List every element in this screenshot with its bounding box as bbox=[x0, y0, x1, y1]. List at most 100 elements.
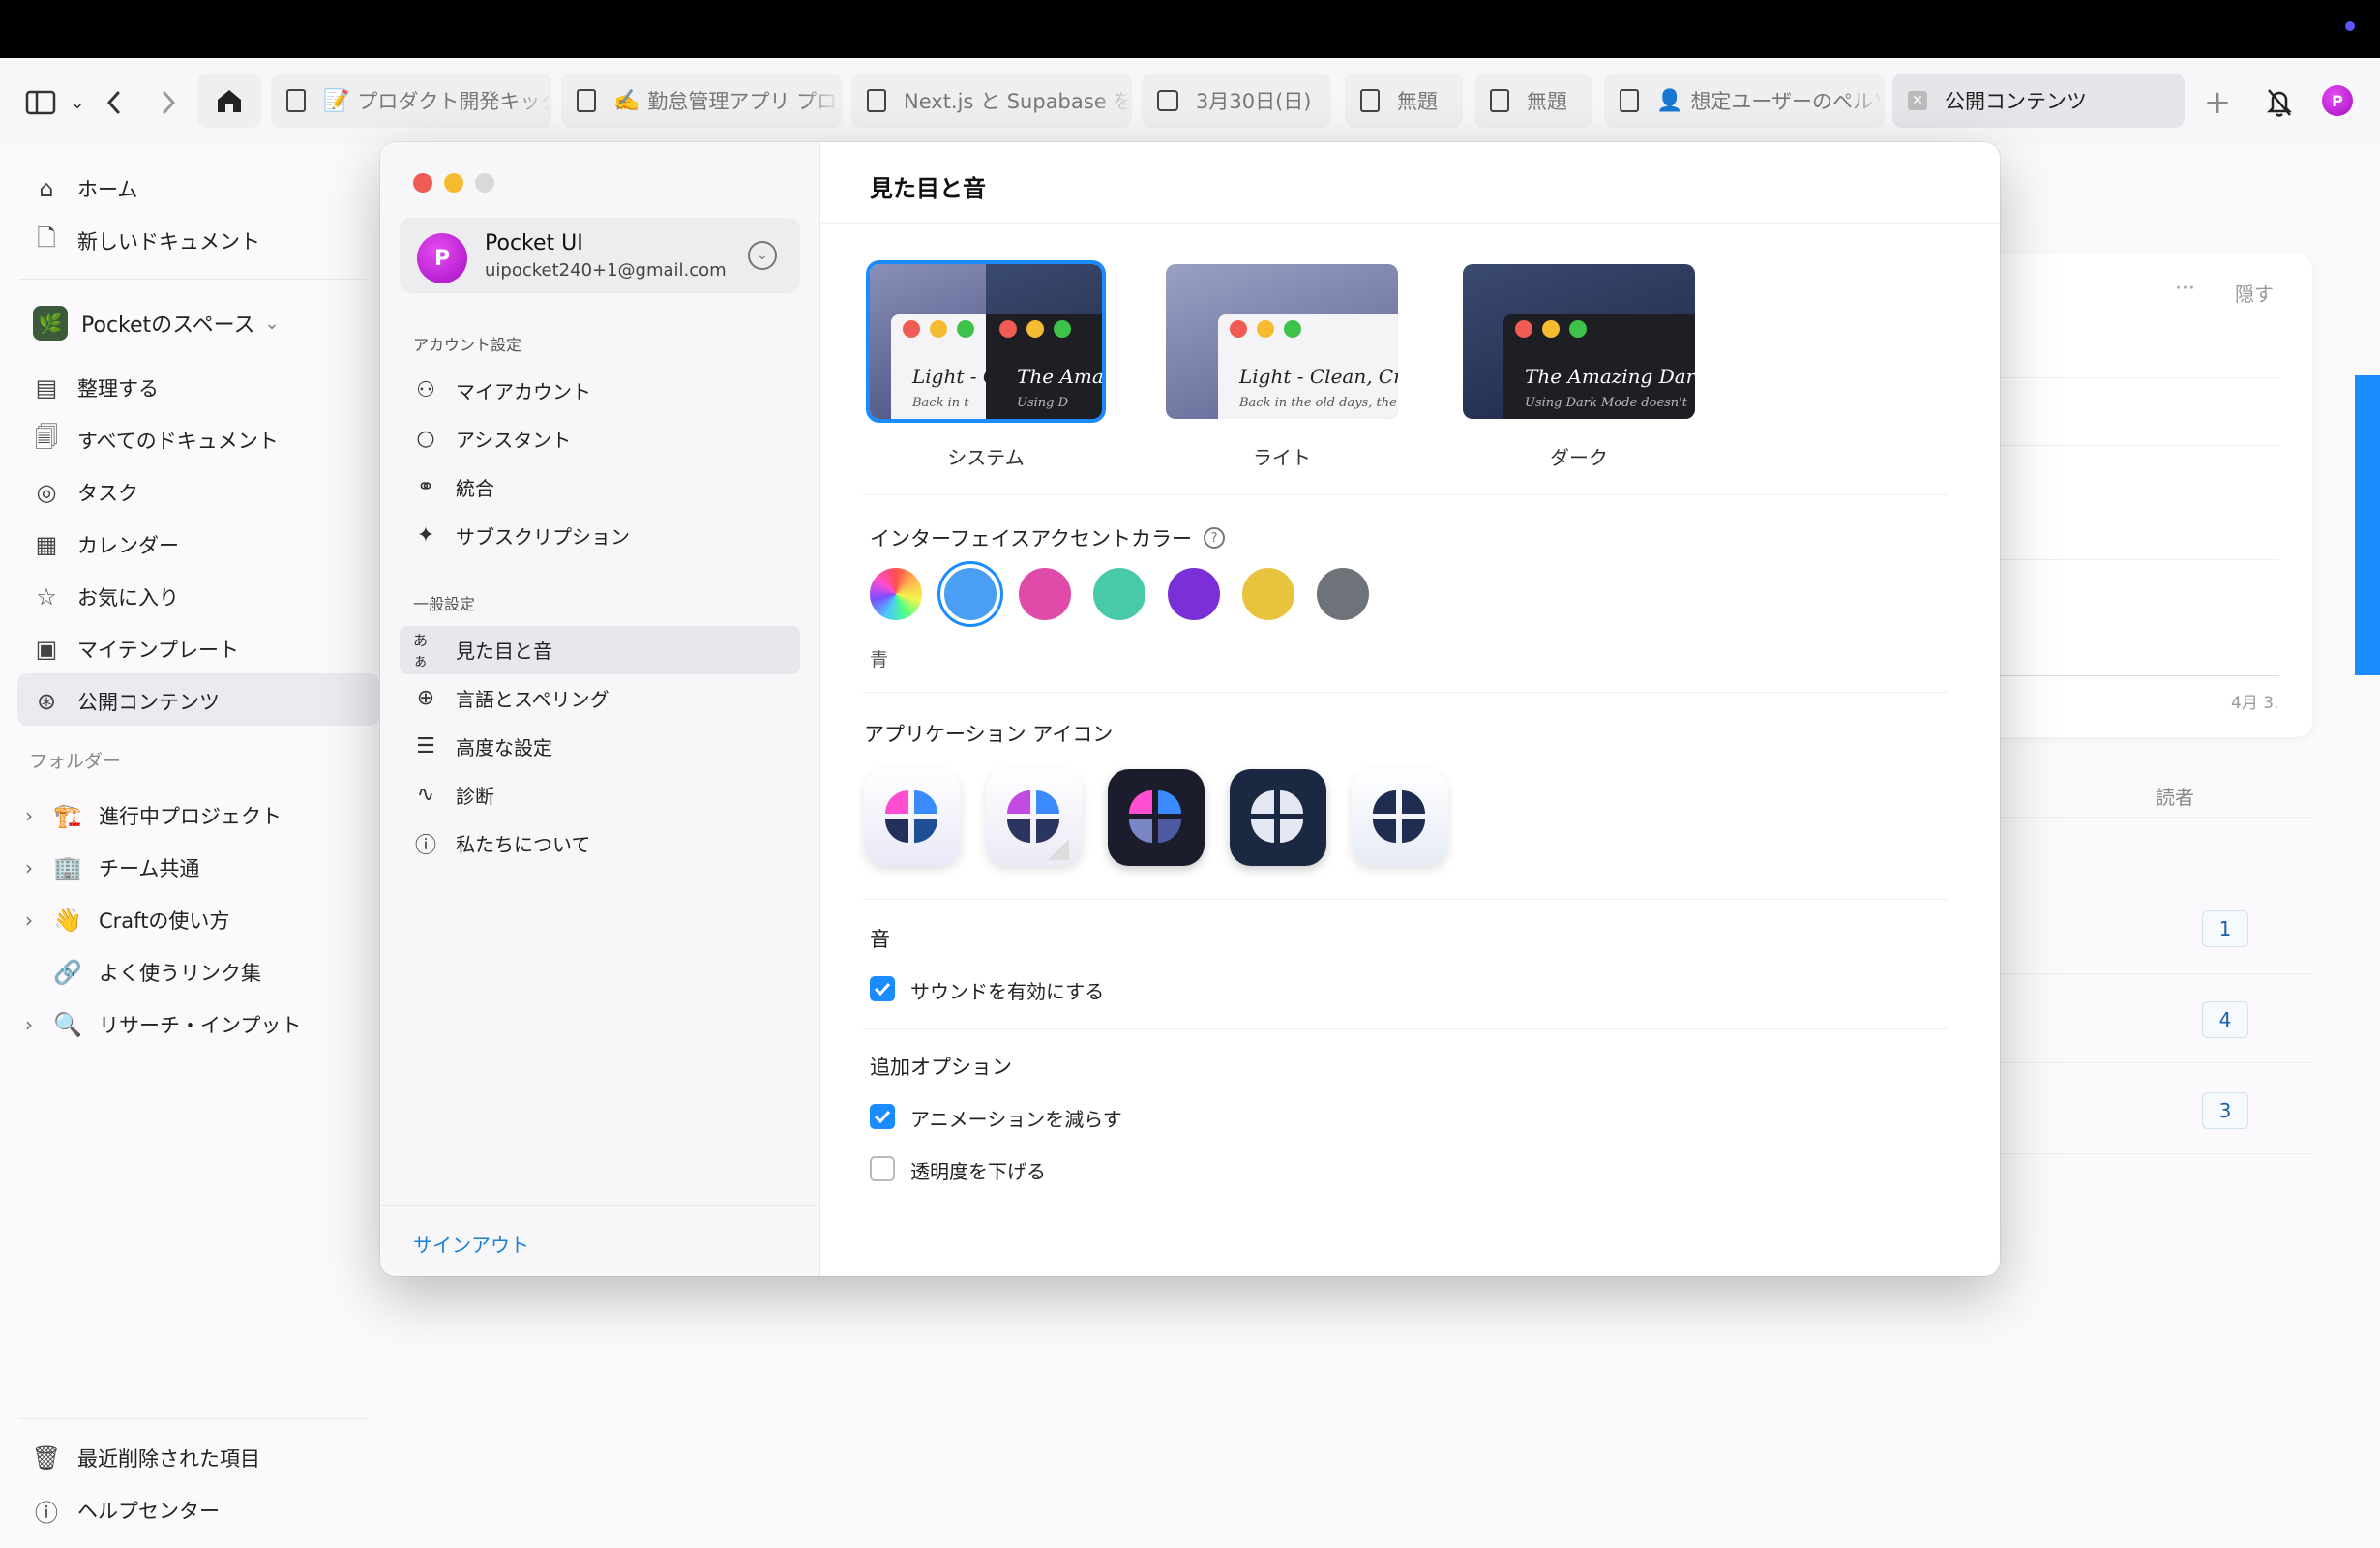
folder-links[interactable]: 🔗 よく使うリンク集 bbox=[53, 958, 261, 987]
public-share-icon: ⊛ bbox=[36, 688, 57, 715]
template-icon: ▣ bbox=[35, 636, 58, 663]
zoom-window-button[interactable] bbox=[475, 173, 494, 193]
accent-swatch-rainbow[interactable] bbox=[870, 568, 922, 620]
sidebar-toggle-icon[interactable] bbox=[23, 85, 58, 120]
app-icon-option-1[interactable] bbox=[864, 769, 961, 866]
folders-heading: フォルダー bbox=[29, 751, 122, 772]
sidebar-item-home[interactable]: ⌂ ホーム bbox=[33, 174, 137, 203]
theme-dark[interactable]: The Amazing Dark m Using Dark Mode doesn… bbox=[1463, 264, 1695, 419]
sidebar-item-new-document[interactable]: 🗋 新しいドキュメント bbox=[33, 223, 260, 255]
document-icon bbox=[1360, 89, 1380, 112]
folder-craft-howto[interactable]: › 👋 Craftの使い方 bbox=[25, 906, 229, 935]
forward-icon[interactable] bbox=[151, 85, 186, 120]
back-icon[interactable] bbox=[97, 85, 132, 120]
chart-bar bbox=[2355, 375, 2380, 675]
trash-icon: 🗑 bbox=[31, 1444, 62, 1472]
space-switcher[interactable]: 🌿 Pocketのスペース ⌄ bbox=[33, 306, 280, 341]
theme-system[interactable]: Light - C Back in t The Ama Using D bbox=[866, 260, 1106, 423]
chevron-down-icon[interactable]: ⌄ bbox=[748, 241, 777, 270]
home-icon bbox=[218, 90, 241, 112]
document-icon bbox=[1490, 89, 1509, 112]
app-icon-option-3[interactable] bbox=[1108, 769, 1205, 866]
sound-enable-label: サウンドを有効にする bbox=[910, 980, 1105, 1003]
app-icon-option-2[interactable] bbox=[986, 769, 1083, 866]
tab-untitled-2[interactable]: 無題 bbox=[1474, 74, 1592, 128]
sidebar-item-trash[interactable]: 🗑 最近削除された項目 bbox=[31, 1444, 260, 1473]
hide-button[interactable]: 隠す bbox=[2235, 279, 2274, 307]
menu-diagnostics[interactable]: ∿ 診断 bbox=[413, 781, 494, 809]
app-icon-option-4[interactable] bbox=[1230, 769, 1326, 866]
reduce-transparency-checkbox[interactable] bbox=[870, 1156, 895, 1181]
new-document-icon: 🗋 bbox=[37, 223, 56, 252]
home-tab[interactable] bbox=[197, 74, 261, 128]
menu-about[interactable]: ⓘ 私たちについて bbox=[413, 829, 590, 858]
more-icon[interactable]: ··· bbox=[2175, 277, 2195, 301]
accent-swatch-purple[interactable] bbox=[1168, 568, 1220, 620]
menu-integrations[interactable]: ⚭ 統合 bbox=[413, 473, 494, 501]
folder-team-shared[interactable]: › 🏢 チーム共通 bbox=[25, 853, 199, 882]
reader-count: 3 bbox=[2202, 1092, 2248, 1129]
account-email: uipocket240+1@gmail.com bbox=[485, 260, 727, 281]
menu-subscription[interactable]: ✦ サブスクリプション bbox=[413, 521, 630, 550]
tab-product-kickoff[interactable]: 📝 プロダクト開発キック bbox=[271, 74, 551, 128]
close-window-button[interactable] bbox=[413, 173, 432, 193]
chevron-right-icon[interactable]: › bbox=[25, 908, 45, 932]
theme-light[interactable]: Light - Clean, Crisp Back in the old day… bbox=[1166, 264, 1398, 419]
tab-untitled-1[interactable]: 無題 bbox=[1345, 74, 1463, 128]
accent-swatch-teal[interactable] bbox=[1093, 568, 1145, 620]
reduce-transparency-label: 透明度を下げる bbox=[910, 1160, 1046, 1183]
accent-swatch-yellow[interactable] bbox=[1242, 568, 1294, 620]
new-tab-icon[interactable]: + bbox=[2200, 83, 2235, 122]
menu-my-account[interactable]: ⚇ マイアカウント bbox=[413, 376, 591, 404]
sidebar-item-all-documents[interactable]: 🗐 すべてのドキュメント bbox=[33, 424, 279, 455]
sidebar-item-favorites[interactable]: ☆ お気に入り bbox=[33, 582, 179, 611]
chevron-right-icon[interactable]: › bbox=[25, 1013, 45, 1036]
account-switcher[interactable]: P Pocket UI uipocket240+1@gmail.com ⌄ bbox=[400, 218, 800, 293]
tab-user-persona[interactable]: 👤 想定ユーザーのペルソ bbox=[1604, 74, 1885, 128]
accent-swatch-pink[interactable] bbox=[1019, 568, 1071, 620]
settings-dialog: P Pocket UI uipocket240+1@gmail.com ⌄ アカ… bbox=[380, 142, 2000, 1276]
space-icon: 🌿 bbox=[33, 306, 68, 341]
sidebar-item-tasks[interactable]: ◎ タスク bbox=[33, 478, 138, 507]
sidebar-item-organize[interactable]: ▤ 整理する bbox=[33, 373, 159, 402]
user-avatar[interactable]: P bbox=[2322, 85, 2353, 116]
chevron-right-icon[interactable]: › bbox=[25, 804, 45, 827]
sidebar-item-templates[interactable]: ▣ マイテンプレート bbox=[33, 635, 239, 664]
accent-swatch-gray[interactable] bbox=[1317, 568, 1369, 620]
theme-system-label: システム bbox=[947, 446, 1025, 469]
tab-public-content[interactable]: ✕ 公開コンテンツ bbox=[1892, 74, 2185, 128]
minimize-window-button[interactable] bbox=[444, 173, 463, 193]
menu-language-spelling[interactable]: ⊕ 言語とスペリング bbox=[413, 684, 610, 712]
menu-assistant[interactable]: ○ アシスタント bbox=[413, 425, 571, 453]
app-icon-heading: アプリケーション アイコン bbox=[864, 723, 1114, 746]
chevron-right-icon[interactable]: › bbox=[25, 856, 45, 879]
globe-icon: ⊕ bbox=[416, 686, 435, 710]
sidebar: ⌂ ホーム 🗋 新しいドキュメント 🌿 Pocketのスペース ⌄ ▤ 整理する 🗐 す… bbox=[0, 145, 379, 1548]
sidebar-item-help[interactable]: ⓘ ヘルプセンター bbox=[33, 1496, 220, 1527]
sidebar-item-public-content[interactable]: ⊛ 公開コンテンツ bbox=[33, 687, 220, 716]
tab-attendance-app[interactable]: ✍️ 勤怠管理アプリ プロ bbox=[561, 74, 842, 128]
menu-advanced[interactable]: ☰ 高度な設定 bbox=[413, 732, 552, 760]
assistant-circle-icon: ○ bbox=[416, 427, 435, 451]
sidebar-item-calendar[interactable]: ▦ カレンダー bbox=[33, 530, 179, 559]
help-icon[interactable]: ? bbox=[1204, 527, 1226, 549]
accent-swatch-blue[interactable] bbox=[944, 568, 997, 620]
sound-enable-checkbox[interactable] bbox=[870, 976, 895, 1001]
sign-out-link[interactable]: サインアウト bbox=[413, 1230, 529, 1258]
craft-logo-icon bbox=[1007, 790, 1069, 860]
date-label: 4月 3. bbox=[2231, 694, 2279, 713]
tab-march-30[interactable]: 3月30日(日) bbox=[1142, 74, 1331, 128]
sliders-icon: ☰ bbox=[416, 734, 435, 759]
folder-research[interactable]: › 🔍 リサーチ・インプット bbox=[25, 1010, 301, 1039]
tab-nextjs-supabase[interactable]: Next.js と Supabase を bbox=[851, 74, 1132, 128]
craft-logo-icon bbox=[1129, 790, 1181, 843]
reduce-animation-label: アニメーションを減らす bbox=[910, 1108, 1122, 1131]
pulse-icon: ∿ bbox=[416, 783, 435, 807]
reduce-animation-checkbox[interactable] bbox=[870, 1104, 895, 1129]
close-tab-icon[interactable]: ✕ bbox=[1908, 91, 1927, 110]
chevron-down-icon[interactable]: ⌄ bbox=[60, 85, 95, 120]
folder-in-progress[interactable]: › 🏗️ 進行中プロジェクト bbox=[25, 801, 282, 830]
notifications-off-icon[interactable] bbox=[2262, 85, 2297, 120]
menu-appearance-sound[interactable]: あぁ 見た目と音 bbox=[413, 632, 552, 670]
app-icon-option-5[interactable] bbox=[1352, 769, 1448, 866]
